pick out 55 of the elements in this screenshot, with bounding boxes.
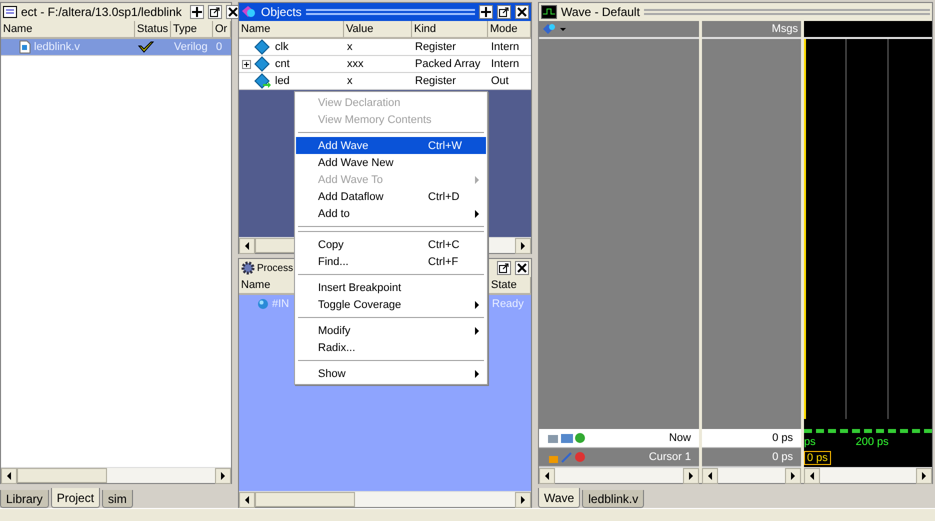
column-header[interactable]: Value (344, 21, 412, 37)
menu-item[interactable]: Show (296, 365, 486, 382)
signal-row[interactable]: led x Register Out (239, 73, 531, 90)
signal-name: clk (275, 41, 288, 53)
tab[interactable]: Library (0, 490, 49, 508)
signal-kind: Packed Array (415, 58, 480, 70)
time-label: 200 ps (856, 436, 889, 448)
menu-item[interactable]: Copy Ctrl+C (296, 236, 486, 253)
now-value: 0 ps (772, 432, 793, 444)
panel-title: Wave - Default (561, 5, 640, 19)
signal-mode: Intern (491, 41, 520, 53)
signal-name: cnt (275, 58, 290, 70)
cursor-value: 0 ps (772, 451, 793, 463)
signal-mode: Intern (491, 58, 520, 70)
panel-title: Process (257, 262, 294, 274)
menu-item[interactable]: Add Wave New (296, 154, 486, 171)
menu-item[interactable]: Add to (296, 205, 486, 222)
signal-row[interactable]: clk x Register Intern (239, 39, 531, 56)
signal-kind: Register (415, 75, 456, 87)
signal-row[interactable]: cnt xxx Packed Array Intern (239, 56, 531, 73)
tab[interactable]: sim (102, 490, 133, 508)
panel-title: ect - F:/altera/13.0sp1/ledblink (21, 5, 182, 19)
column-header[interactable]: Kind (412, 21, 488, 37)
signal-kind: Register (415, 41, 456, 53)
now-label: Now (668, 432, 691, 444)
signal-value: x (347, 75, 352, 87)
column-header[interactable]: Type (171, 21, 213, 37)
column-header[interactable]: Mode (488, 21, 531, 37)
process-state: Ready (492, 298, 524, 310)
panel-title: Objects (261, 5, 302, 19)
column-header[interactable]: Or (213, 21, 231, 37)
menu-item[interactable]: Find... Ctrl+F (296, 253, 486, 270)
signal-mode: Out (491, 75, 509, 87)
menu-item[interactable]: Insert Breakpoint (296, 279, 486, 296)
column-header[interactable]: Status (135, 21, 171, 37)
tab[interactable]: Wave (538, 488, 580, 508)
menu-item[interactable]: Modify (296, 322, 486, 339)
column-header[interactable]: Name (239, 21, 344, 37)
menu-item[interactable]: Toggle Coverage (296, 296, 486, 313)
tab[interactable]: ledblink.v (582, 490, 644, 508)
file-type: Verilog (174, 41, 208, 53)
file-order: 0 (216, 41, 222, 53)
time-label: ps (804, 436, 816, 448)
msgs-label: Msgs (772, 23, 798, 35)
menu-item[interactable]: Add Dataflow Ctrl+D (296, 188, 486, 205)
cursor-label: Cursor 1 (648, 451, 691, 463)
menu-item[interactable]: Add Wave Ctrl+W (296, 137, 486, 154)
menu-item[interactable]: Radix... (296, 339, 486, 356)
cursor-time[interactable]: 0 ps (804, 450, 831, 464)
signal-value: x (347, 41, 352, 53)
column-header[interactable]: Name (1, 21, 135, 37)
file-name: ledblink.v (34, 41, 80, 53)
signal-value: xxx (347, 58, 364, 70)
signal-name: led (275, 75, 290, 87)
tab[interactable]: Project (50, 488, 100, 508)
